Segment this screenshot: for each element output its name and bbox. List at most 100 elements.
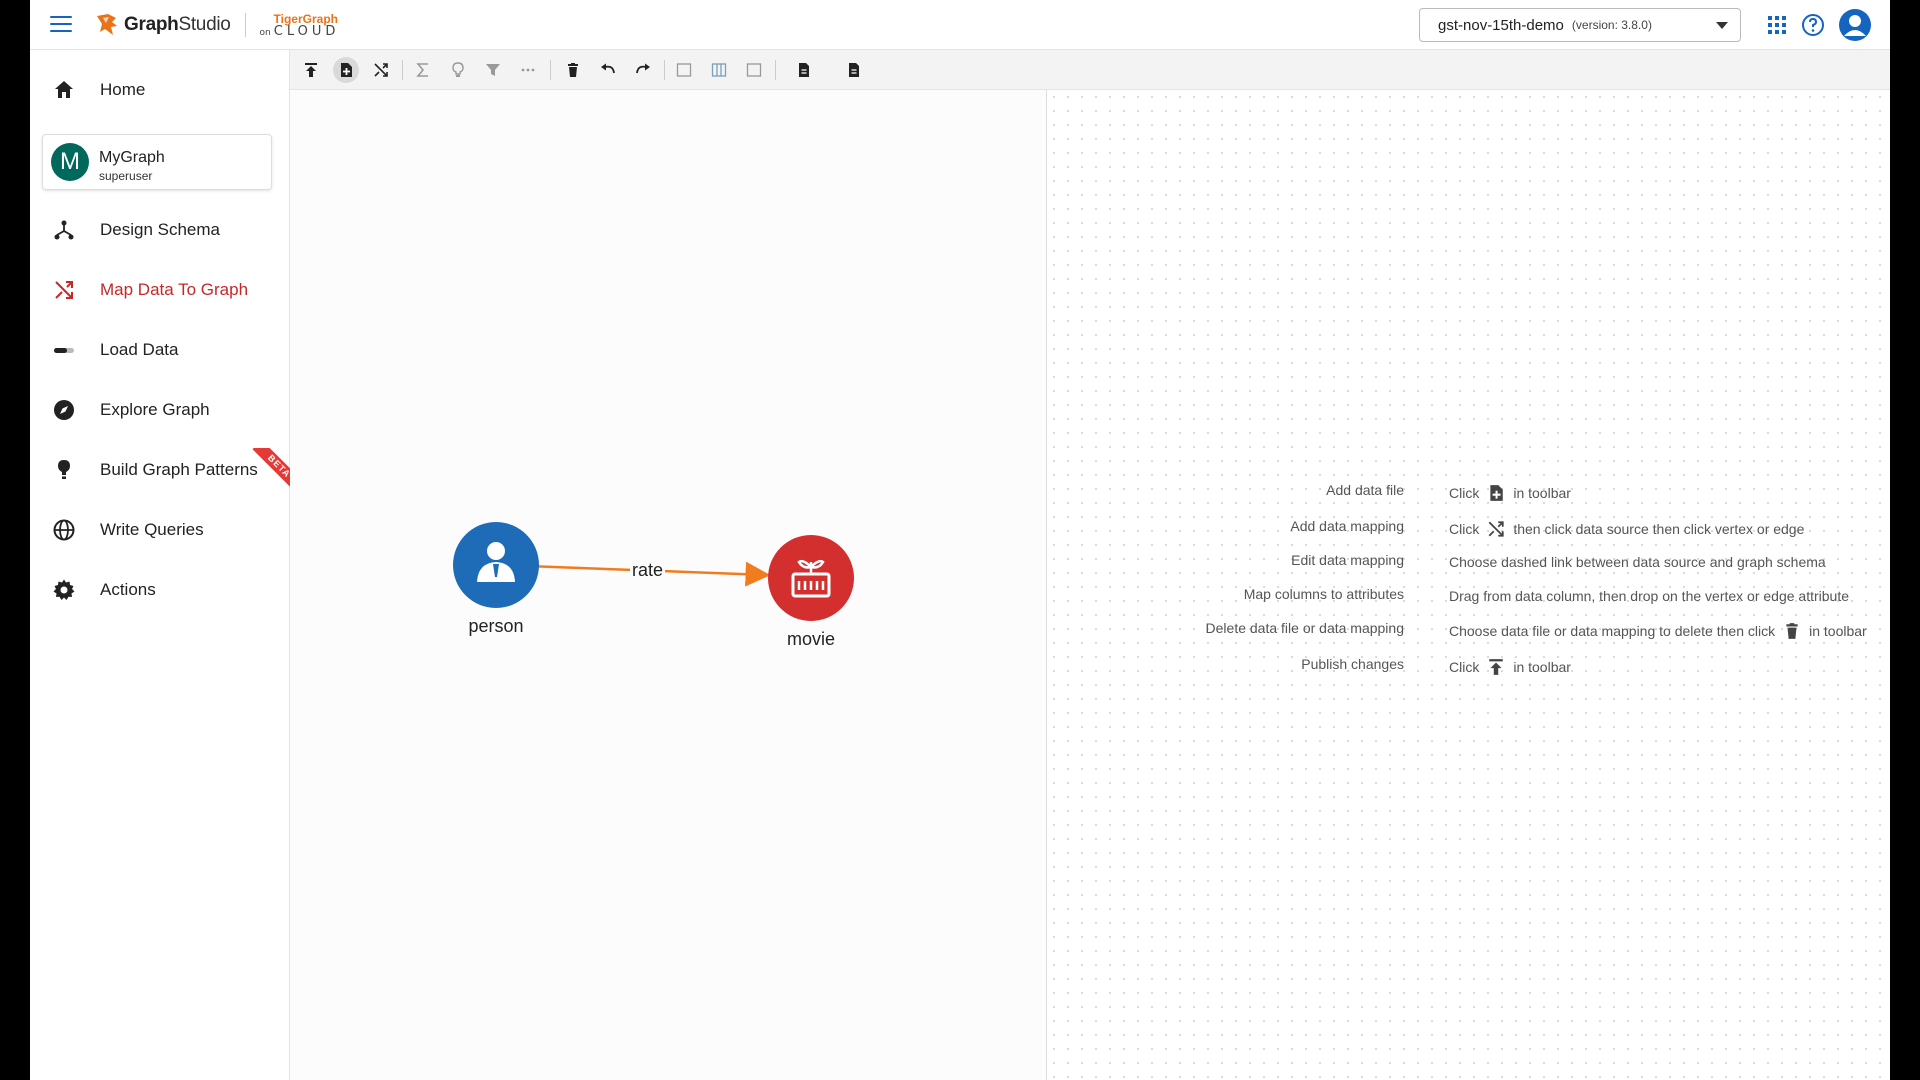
avatar: M <box>51 143 89 181</box>
sidebar-item-write-queries[interactable]: Write Queries <box>30 508 289 552</box>
help-row-delete: Delete data file or data mapping Choose … <box>1047 614 1890 644</box>
map-data-icon <box>1488 521 1504 537</box>
help-description: Click in toolbar <box>1449 659 1571 675</box>
sidebar-item-label: Design Schema <box>100 220 221 239</box>
compass-icon <box>54 400 74 420</box>
schema-canvas[interactable]: rate person movie <box>290 90 1046 1080</box>
panel-right-icon <box>746 63 762 77</box>
help-label: Map columns to attributes <box>1243 586 1404 602</box>
filter-icon <box>486 64 500 76</box>
sidebar-item-load-data[interactable]: Load Data <box>30 328 289 372</box>
document-alt-button[interactable] <box>841 57 867 83</box>
logo-divider <box>244 13 246 37</box>
schema-icon <box>54 220 74 240</box>
publish-icon <box>305 63 317 77</box>
sidebar-item-label: Home <box>100 80 146 99</box>
menu-icon[interactable] <box>50 16 72 34</box>
layout-right-button[interactable] <box>741 57 767 83</box>
data-mapping-panel: Add data file Click in toolbar Add data … <box>1047 90 1890 1080</box>
undo-icon <box>601 63 615 74</box>
help-label: Publish changes <box>1301 656 1404 672</box>
help-label: Edit data mapping <box>1291 552 1404 568</box>
sidebar-item-map-data[interactable]: Map Data To Graph <box>30 268 289 312</box>
help-description: Drag from data column, then drop on the … <box>1449 588 1850 604</box>
account-icon[interactable] <box>1838 8 1872 42</box>
add-data-file-button[interactable] <box>333 57 359 83</box>
sidebar: Home M MyGraph superuser Design Schema M… <box>30 50 296 1080</box>
globe-icon <box>53 519 75 541</box>
delete-icon <box>1786 623 1798 639</box>
toolbar-divider <box>664 60 665 80</box>
schema-graph <box>453 522 854 621</box>
sidebar-item-design-schema[interactable]: Design Schema <box>30 208 289 252</box>
redo-button[interactable] <box>630 57 656 83</box>
add-data-file-icon <box>341 63 352 77</box>
redo-icon <box>636 63 650 74</box>
document-button[interactable] <box>791 57 817 83</box>
sidebar-item-label: Explore Graph <box>100 400 210 419</box>
help-label: Add data file <box>1326 482 1404 498</box>
layout-split-button[interactable] <box>706 57 732 83</box>
edge-label-rate[interactable]: rate <box>630 560 666 581</box>
add-data-file-icon <box>1490 485 1504 501</box>
sidebar-item-label: Write Queries <box>100 520 204 539</box>
graph-role: superuser <box>99 169 153 183</box>
vertex-person[interactable] <box>453 522 539 608</box>
app-logo[interactable]: GraphStudio TigerGraph on CLOUD <box>94 10 339 40</box>
help-row-map-columns: Map columns to attributes Drag from data… <box>1047 580 1890 610</box>
publish-button[interactable] <box>298 57 324 83</box>
gear-icon <box>53 579 75 600</box>
document-alt-icon <box>849 63 859 77</box>
graph-selector[interactable]: gst-nov-15th-demo (version: 3.8.0) <box>1419 8 1741 42</box>
sidebar-item-actions[interactable]: Actions <box>30 568 289 612</box>
graph-card[interactable]: M MyGraph superuser <box>42 134 272 190</box>
panel-split-icon <box>711 63 727 77</box>
vertex-label-movie: movie <box>786 629 835 649</box>
graph-name: MyGraph <box>99 149 165 166</box>
help-description: Click then click data source then click … <box>1449 521 1805 537</box>
panel-left-icon <box>676 63 692 77</box>
top-bar: GraphStudio TigerGraph on CLOUD gst-nov-1… <box>30 0 1890 50</box>
graph-version: (version: 3.8.0) <box>1571 18 1652 32</box>
shuffle-icon <box>55 281 73 299</box>
publish-icon <box>1489 659 1504 675</box>
delete-icon <box>568 63 578 77</box>
more-button[interactable] <box>515 57 541 83</box>
more-icon <box>521 68 535 72</box>
sidebar-item-label: Build Graph Patterns <box>100 460 258 479</box>
cloud-brand: TigerGraph on CLOUD <box>260 13 340 38</box>
help-row-edit-data-mapping: Edit data mapping Choose dashed link bet… <box>1047 546 1890 576</box>
map-data-icon <box>374 63 388 77</box>
sidebar-item-build-graph-patterns[interactable]: Build Graph Patterns <box>30 448 289 492</box>
toolbar-divider <box>402 60 403 80</box>
chevron-down-icon <box>1716 22 1728 29</box>
vertex-movie[interactable] <box>768 535 854 621</box>
sidebar-item-home[interactable]: Home <box>30 68 289 112</box>
cloud-brand-bottom: on CLOUD <box>259 23 340 39</box>
help-row-publish: Publish changes Click in toolbar <box>1047 650 1890 680</box>
graph-selector-value: gst-nov-15th-demo <box>1438 16 1564 34</box>
sidebar-item-label: Load Data <box>100 340 179 359</box>
help-label: Delete data file or data mapping <box>1205 620 1404 636</box>
delete-button[interactable] <box>560 57 586 83</box>
undo-button[interactable] <box>595 57 621 83</box>
help-icon[interactable] <box>1800 12 1826 38</box>
sidebar-item-label: Actions <box>100 580 156 599</box>
home-icon <box>55 81 73 98</box>
layout-left-button[interactable] <box>671 57 697 83</box>
app-window: GraphStudio TigerGraph on CLOUD gst-nov-1… <box>30 0 1890 1080</box>
tiger-logo-icon <box>97 14 117 35</box>
help-description: Choose dashed link between data source a… <box>1449 554 1826 570</box>
map-data-button[interactable] <box>368 57 394 83</box>
help-row-add-data-mapping: Add data mapping Click then click data s… <box>1047 512 1890 542</box>
filter-button[interactable] <box>480 57 506 83</box>
vertex-label-person: person <box>468 616 524 636</box>
lightbulb-icon <box>452 62 464 77</box>
sum-button[interactable] <box>410 57 436 83</box>
idea-button[interactable] <box>445 57 471 83</box>
apps-grid-icon[interactable] <box>1764 12 1790 38</box>
progress-icon <box>54 348 74 353</box>
toolbar-divider <box>550 60 551 80</box>
sidebar-item-explore-graph[interactable]: Explore Graph <box>30 388 289 432</box>
sidebar-item-label: Map Data To Graph <box>100 280 249 299</box>
